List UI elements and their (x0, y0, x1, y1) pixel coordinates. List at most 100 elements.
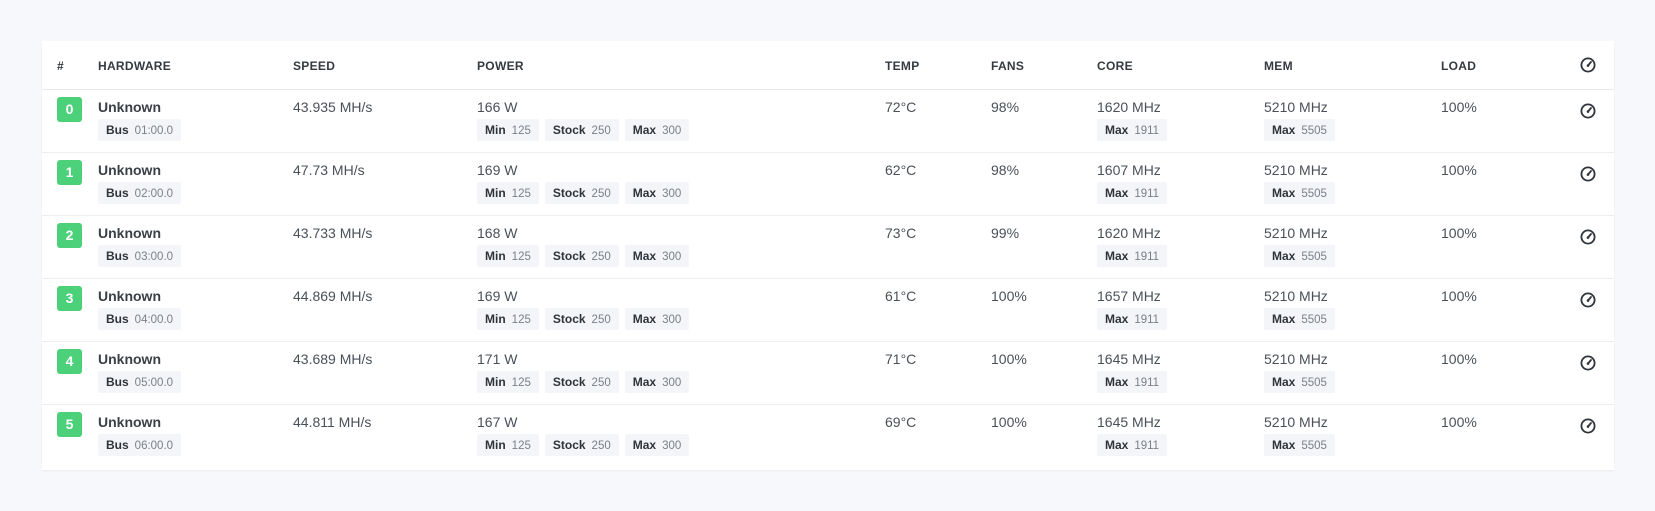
mem-max-chip: Max 5505 (1264, 245, 1335, 267)
gpu-core: 1620 MHz (1097, 99, 1161, 115)
gpu-temp: 62°C (885, 162, 917, 178)
core-max-chip: Max 1911 (1097, 308, 1168, 330)
gpu-name: Unknown (98, 414, 161, 430)
power-min-chip: Min 125 (477, 182, 539, 204)
power-chips: Min 125 Stock 250 Max 300 (477, 182, 695, 204)
bus-chip: Bus 03:00.0 (98, 245, 182, 267)
gpu-temp: 71°C (885, 351, 917, 367)
gpu-name: Unknown (98, 288, 161, 304)
header-index: # (57, 59, 64, 73)
gpu-fans: 98% (991, 99, 1020, 115)
mem-chips: Max 5505 (1264, 182, 1341, 204)
gpu-load: 100% (1441, 162, 1477, 178)
power-min-chip: Min 125 (477, 119, 539, 141)
gpu-speed: 44.811 MH/s (293, 414, 372, 430)
gpu-table: # HARDWARE SPEED POWER TEMP FANS CORE ME… (42, 41, 1614, 470)
power-max-chip: Max 300 (624, 245, 690, 267)
core-chips: Max 1911 (1097, 371, 1173, 393)
gpu-index-badge: 3 (57, 286, 82, 311)
bus-chip: Bus 05:00.0 (98, 371, 182, 393)
mem-chips: Max 5505 (1264, 434, 1341, 456)
gauge-icon[interactable] (1580, 103, 1596, 119)
power-stock-chip: Stock 250 (544, 434, 619, 456)
gpu-index-badge: 5 (57, 412, 82, 437)
gpu-temp: 73°C (885, 225, 917, 241)
gauge-icon[interactable] (1580, 292, 1596, 308)
gauge-icon[interactable] (1580, 355, 1596, 371)
gpu-load: 100% (1441, 351, 1477, 367)
gpu-fans: 100% (991, 351, 1027, 367)
gpu-power: 166 W (477, 99, 518, 115)
gpu-power: 168 W (477, 225, 518, 241)
gpu-fans: 100% (991, 288, 1027, 304)
mem-chips: Max 5505 (1264, 308, 1341, 330)
table-row: 2 Unknown Bus 03:00.0 43.733 MH/s 168 W Min 125… (42, 215, 1614, 279)
core-chips: Max 1911 (1097, 245, 1173, 267)
gpu-core: 1645 MHz (1097, 351, 1161, 367)
core-chips: Max 1911 (1097, 119, 1173, 141)
power-stock-chip: Stock 250 (544, 371, 619, 393)
power-min-chip: Min 125 (477, 245, 539, 267)
header-power: POWER (477, 59, 524, 73)
gpu-load: 100% (1441, 288, 1477, 304)
power-stock-chip: Stock 250 (544, 119, 619, 141)
core-max-chip: Max 1911 (1097, 434, 1168, 456)
gpu-mem: 5210 MHz (1264, 414, 1328, 430)
bus-chip: Bus 06:00.0 (98, 434, 182, 456)
gauge-icon[interactable] (1580, 229, 1596, 245)
power-max-chip: Max 300 (624, 371, 690, 393)
table-row: 5 Unknown Bus 06:00.0 44.811 MH/s 167 W Min 125… (42, 404, 1614, 467)
mem-chips: Max 5505 (1264, 245, 1341, 267)
table-row: 3 Unknown Bus 04:00.0 44.869 MH/s 169 W Min 125… (42, 278, 1614, 342)
gpu-temp: 72°C (885, 99, 917, 115)
power-max-chip: Max 300 (624, 308, 690, 330)
gauge-icon[interactable] (1580, 166, 1596, 182)
core-max-chip: Max 1911 (1097, 182, 1168, 204)
core-chips: Max 1911 (1097, 182, 1173, 204)
gpu-core: 1657 MHz (1097, 288, 1161, 304)
gpu-index-badge: 0 (57, 97, 82, 122)
bus-chips: Bus 05:00.0 (98, 371, 187, 393)
gpu-name: Unknown (98, 99, 161, 115)
gpu-index-badge: 1 (57, 160, 82, 185)
header-load: LOAD (1441, 59, 1477, 73)
gpu-mem: 5210 MHz (1264, 351, 1328, 367)
core-max-chip: Max 1911 (1097, 371, 1168, 393)
gpu-speed: 43.733 MH/s (293, 225, 373, 241)
gpu-fans: 100% (991, 414, 1027, 430)
gpu-speed: 43.689 MH/s (293, 351, 373, 367)
gpu-power: 167 W (477, 414, 518, 430)
gpu-power: 169 W (477, 288, 518, 304)
gpu-load: 100% (1441, 225, 1477, 241)
power-chips: Min 125 Stock 250 Max 300 (477, 434, 695, 456)
table-header: # HARDWARE SPEED POWER TEMP FANS CORE ME… (42, 41, 1614, 90)
gauge-icon[interactable] (1580, 418, 1596, 434)
gpu-speed: 43.935 MH/s (293, 99, 373, 115)
power-chips: Min 125 Stock 250 Max 300 (477, 308, 695, 330)
gpu-index-badge: 2 (57, 223, 82, 248)
gpu-speed: 47.73 MH/s (293, 162, 365, 178)
bus-chip: Bus 01:00.0 (98, 119, 182, 141)
gpu-name: Unknown (98, 225, 161, 241)
header-mem: MEM (1264, 59, 1293, 73)
power-max-chip: Max 300 (624, 119, 690, 141)
power-stock-chip: Stock 250 (544, 182, 619, 204)
power-min-chip: Min 125 (477, 308, 539, 330)
mem-max-chip: Max 5505 (1264, 308, 1335, 330)
gpu-load: 100% (1441, 99, 1477, 115)
gpu-fans: 98% (991, 162, 1020, 178)
core-max-chip: Max 1911 (1097, 245, 1168, 267)
mem-max-chip: Max 5505 (1264, 434, 1335, 456)
core-chips: Max 1911 (1097, 308, 1173, 330)
header-hardware: HARDWARE (98, 59, 172, 73)
gpu-temp: 69°C (885, 414, 917, 430)
bus-chips: Bus 06:00.0 (98, 434, 187, 456)
header-core: CORE (1097, 59, 1133, 73)
bus-chips: Bus 01:00.0 (98, 119, 187, 141)
bus-chips: Bus 03:00.0 (98, 245, 187, 267)
gpu-name: Unknown (98, 162, 161, 178)
gpu-speed: 44.869 MH/s (293, 288, 373, 304)
power-max-chip: Max 300 (624, 182, 690, 204)
gauge-icon[interactable] (1580, 57, 1596, 73)
table-row: 0 Unknown Bus 01:00.0 43.935 MH/s 166 W Min 125… (42, 89, 1614, 153)
